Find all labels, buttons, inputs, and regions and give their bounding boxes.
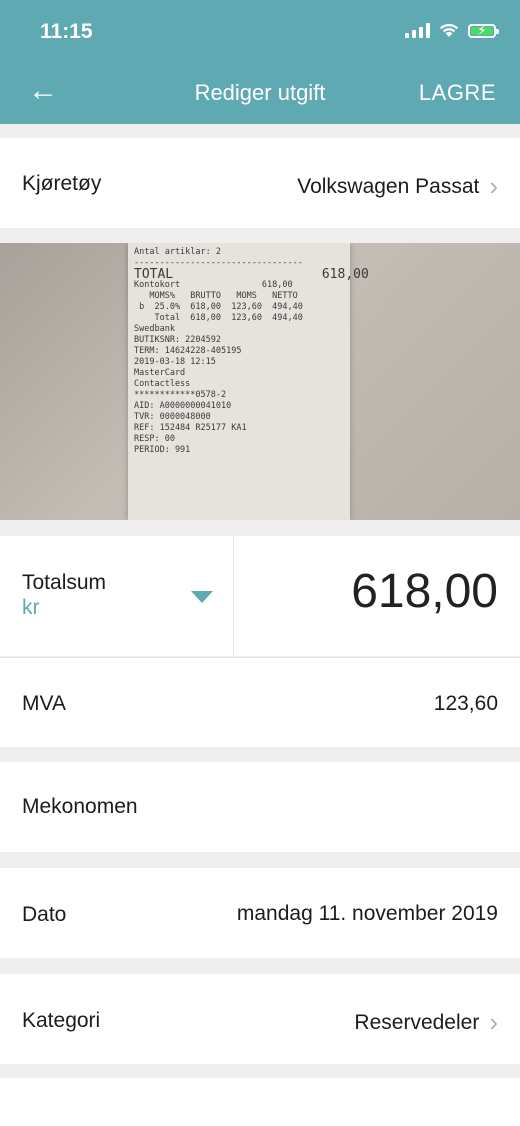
chevron-right-icon: › [489, 1007, 498, 1037]
date-value: mandag 11. november 2019 [236, 902, 498, 925]
currency-selector[interactable]: Totalsum kr [0, 536, 233, 656]
battery-charging-icon: ⚡ [468, 22, 499, 38]
date-label: Dato [22, 903, 67, 926]
receipt-line: Antal artiklar: 2 [134, 247, 221, 257]
receipt-line: 2019-03-18 12:15 [134, 357, 216, 367]
cellular-signal-icon [405, 22, 430, 38]
vertical-divider [233, 536, 234, 656]
bottom-panel [0, 1078, 520, 1126]
receipt-line: REF: 152484 R25177 KA1 [134, 423, 247, 433]
category-value: Reservedeler › [354, 1007, 498, 1038]
receipt-line: PERIOD: 991 [134, 445, 191, 455]
receipt-line: TOTAL 618,00 [134, 267, 369, 282]
status-time: 11:15 [40, 20, 93, 43]
category-label: Kategori [22, 1009, 101, 1032]
receipt-photo[interactable]: Antal artiklar: 2 ----------------------… [0, 243, 520, 520]
total-label: Totalsum [22, 571, 107, 594]
vehicle-label: Kjøretøy [22, 172, 102, 195]
vat-value: 123,60 [433, 692, 498, 715]
currency-label: kr [22, 596, 40, 619]
merchant-row[interactable]: Mekonomen [0, 762, 520, 852]
receipt-line: TERM: 14624228-405195 [134, 346, 242, 356]
receipt-line: Swedbank [134, 324, 175, 334]
total-amount-input[interactable] [248, 564, 498, 619]
receipt-line: BUTIKSNR: 2204592 [134, 335, 221, 345]
status-icons: ⚡ [405, 22, 499, 38]
receipt-line: b 25.0% 618,00 123,60 494,40 [134, 302, 303, 312]
vehicle-row[interactable]: Kjøretøy Volkswagen Passat › [0, 138, 520, 228]
dropdown-triangle-icon [191, 591, 213, 603]
receipt-line: Total 618,00 123,60 494,40 [134, 313, 303, 323]
receipt-line: TVR: 0000048000 [134, 412, 211, 422]
chevron-right-icon: › [489, 171, 498, 201]
vat-label: MVA [22, 692, 66, 715]
status-bar: 11:15 ⚡ [0, 0, 520, 60]
receipt-line: MasterCard [134, 368, 186, 378]
save-button[interactable]: LAGRE [419, 80, 496, 106]
wifi-icon [439, 23, 459, 37]
vehicle-name: Volkswagen Passat [297, 175, 480, 198]
category-name: Reservedeler [354, 1011, 480, 1034]
total-row: Totalsum kr [0, 536, 520, 656]
vat-row[interactable]: MVA 123,60 [0, 657, 520, 747]
merchant-value: Mekonomen [22, 795, 138, 818]
date-row[interactable]: Dato mandag 11. november 2019 [0, 868, 520, 958]
receipt-paper: Antal artiklar: 2 ----------------------… [128, 243, 369, 520]
receipt-line: ************0578-2 [134, 390, 227, 400]
receipt-line: RESP: 00 [134, 434, 175, 444]
receipt-line: Contactless [134, 379, 191, 389]
nav-bar: ← Rediger utgift LAGRE [0, 60, 520, 124]
vehicle-value: Volkswagen Passat › [297, 171, 498, 202]
category-row[interactable]: Kategori Reservedeler › [0, 974, 520, 1064]
receipt-line: MOMS% BRUTTO MOMS NETTO [134, 291, 298, 301]
receipt-line: AID: A0000000041010 [134, 401, 232, 411]
